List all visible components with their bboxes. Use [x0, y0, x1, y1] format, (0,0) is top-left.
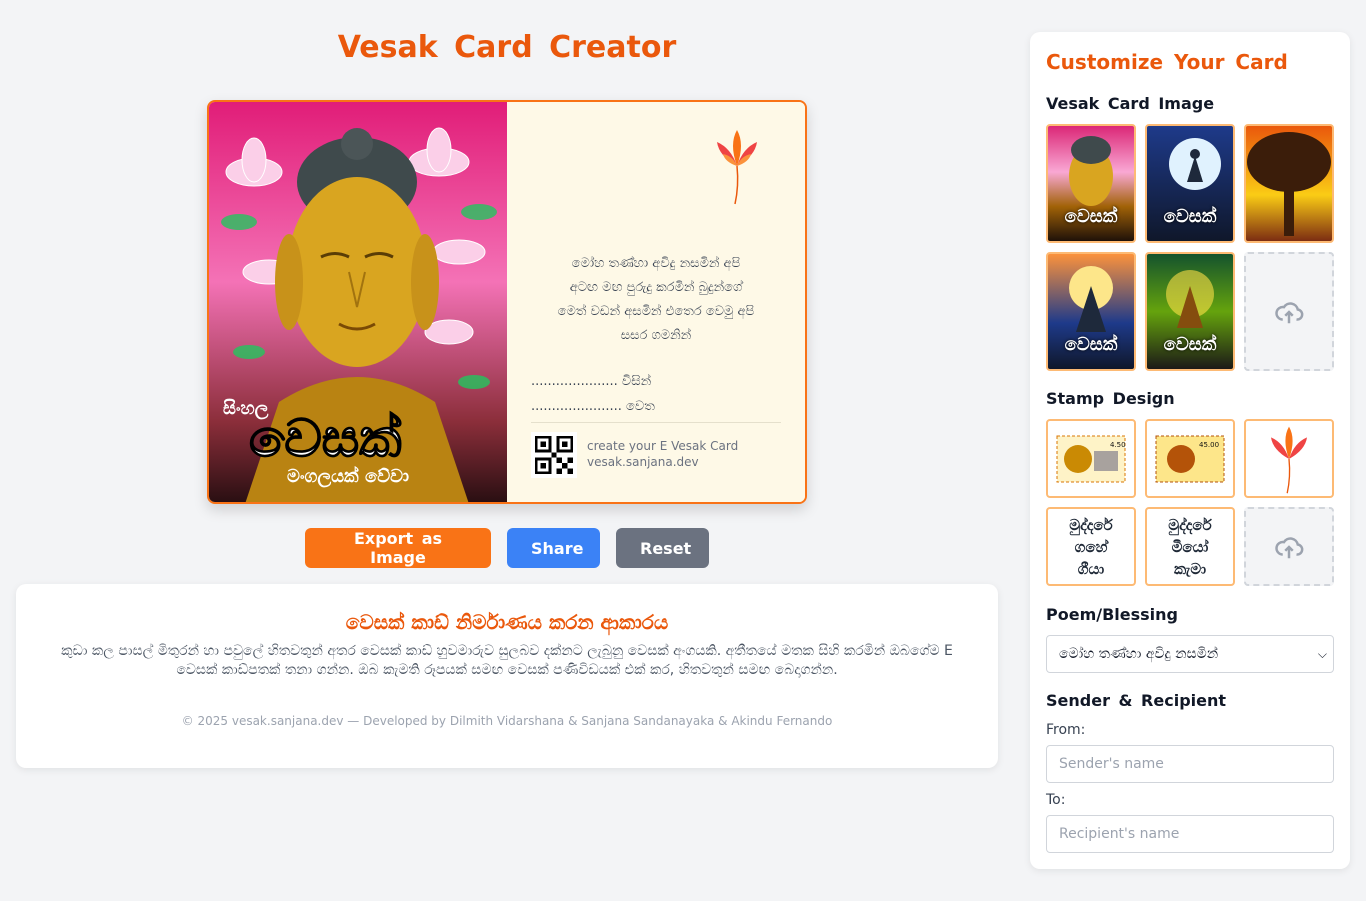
stamp-text-line: ගහේ: [1074, 537, 1108, 556]
qr-code-icon: [531, 432, 577, 478]
poem-select-value: මෝහ තණ්හා අවිදු නසමින්: [1059, 646, 1219, 662]
vesak-card-preview: සිංහල වෙසක් මංගලයක් වේවා මෝහ තණ්හා අවිදු…: [207, 100, 807, 504]
stamp-option[interactable]: [1244, 419, 1334, 498]
upload-image-button[interactable]: [1244, 252, 1334, 371]
card-image-option[interactable]: වෙසක්: [1046, 124, 1136, 243]
card-image-option[interactable]: වෙසක්: [1046, 252, 1136, 371]
poem-line: මෙත් වඩන් අසමින් එතෙර වෙමු අපි: [557, 304, 755, 319]
card-footer: create your E Vesak Card vesak.sanjana.d…: [587, 438, 738, 470]
card-footer-line: create your E Vesak Card: [587, 439, 739, 453]
credits-footer: © 2025 vesak.sanjana.dev — Developed by …: [181, 714, 833, 728]
chevron-down-icon: ⌵: [1317, 647, 1327, 661]
card-image-caption-main: වෙසක්: [249, 409, 401, 469]
export-image-button[interactable]: Export as Image: [305, 528, 491, 568]
sender-name-input[interactable]: [1046, 745, 1334, 783]
stamp-text-line: ගීයා: [1077, 559, 1105, 578]
stamp-grid: 4.50 45.00 මුද්දරේ ගහේ ගීයා මුද්දරේ මීයෝ…: [1046, 419, 1334, 586]
thumb-caption: වෙසක්: [1064, 334, 1118, 355]
stamp-section-heading: Stamp Design: [1046, 389, 1175, 408]
recipient-name-input[interactable]: [1046, 815, 1334, 853]
from-label: From:: [1046, 722, 1086, 738]
card-image-option[interactable]: වෙසක්: [1145, 124, 1235, 243]
cloud-upload-icon: [1275, 301, 1304, 323]
sender-section-heading: Sender & Recipient: [1046, 691, 1227, 710]
customize-sidebar: Customize Your Card Vesak Card Image වෙස…: [1030, 32, 1350, 869]
card-footer-url: vesak.sanjana.dev: [587, 455, 699, 469]
info-panel: වෙසක් කාඩ් නිර්මාණය කරන ආකාරය කුඩා කල පා…: [16, 584, 998, 768]
poem-select[interactable]: මෝහ තණ්හා අවිදු නසමින් ⌵: [1046, 635, 1334, 673]
info-body: කුඩා කල පාසල් මිතුරන් හා පවුලේ හිතවතුන් …: [61, 643, 953, 678]
reset-button[interactable]: Reset: [616, 528, 709, 568]
card-image-option[interactable]: [1244, 124, 1334, 243]
image-section-heading: Vesak Card Image: [1046, 94, 1215, 113]
stamp-text-line: මුද්දරේ: [1069, 515, 1113, 534]
poem-line: අටඟ මඟ පුරුදු කරමින් බුදුන්ගේ: [569, 280, 743, 295]
poem-line: සසර ගමනින්: [620, 328, 692, 343]
stamp-option[interactable]: 4.50: [1046, 419, 1136, 498]
to-label: To:: [1046, 792, 1066, 808]
upload-stamp-button[interactable]: [1244, 507, 1334, 586]
stamp-option[interactable]: මුද්දරේ මීයෝ කැමා: [1145, 507, 1235, 586]
stamp-text-line: මීයෝ: [1171, 537, 1209, 556]
card-image: සිංහල වෙසක් මංගලයක් වේවා: [209, 102, 507, 502]
stamp-option[interactable]: 45.00: [1145, 419, 1235, 498]
buddha-illustration: සිංහල වෙසක් මංගලයක් වේවා: [221, 127, 497, 502]
sidebar-title: Customize Your Card: [1046, 50, 1288, 74]
card-from-line: ..................... විසින්: [531, 374, 652, 389]
stamp-text-line: කැමා: [1173, 559, 1207, 578]
cloud-upload-icon: [1275, 536, 1304, 558]
stamp-price: 45.00: [1199, 441, 1219, 449]
card-image-option[interactable]: වෙසක්: [1145, 252, 1235, 371]
poem-section-heading: Poem/Blessing: [1046, 605, 1178, 624]
card-image-caption-bottom: මංගලයක් වේවා: [287, 465, 409, 488]
thumb-caption: වෙසක්: [1163, 206, 1217, 227]
card-image-grid: වෙසක් වෙසක් වෙසක් වෙසක්: [1046, 124, 1334, 371]
action-buttons: Export as Image Share Reset: [305, 528, 709, 568]
thumb-caption: වෙසක්: [1163, 334, 1217, 355]
stamp-option[interactable]: මුද්දරේ ගහේ ගීයා: [1046, 507, 1136, 586]
stamp-price: 4.50: [1110, 441, 1126, 449]
lotus-flower-icon: [1271, 426, 1307, 493]
poem-line: මෝහ තණ්හා අවිදු නසමින් අපි: [571, 256, 741, 271]
card-divider: [531, 422, 781, 423]
info-heading: වෙසක් කාඩ් නිර්මාණය කරන ආකාරය: [345, 610, 669, 634]
page-title: Vesak Card Creator: [337, 30, 677, 65]
lotus-flower-icon: [717, 130, 757, 205]
card-message-area: මෝහ තණ්හා අවිදු නසමින් අපි අටඟ මඟ පුරුදු…: [507, 102, 805, 502]
card-to-line: ...................... වෙත: [531, 399, 655, 414]
stamp-text-line: මුද්දරේ: [1168, 515, 1212, 534]
card-poem: මෝහ තණ්හා අවිදු නසමින් අපි අටඟ මඟ පුරුදු…: [527, 252, 785, 348]
thumb-caption: වෙසක්: [1064, 206, 1118, 227]
share-button[interactable]: Share: [507, 528, 600, 568]
